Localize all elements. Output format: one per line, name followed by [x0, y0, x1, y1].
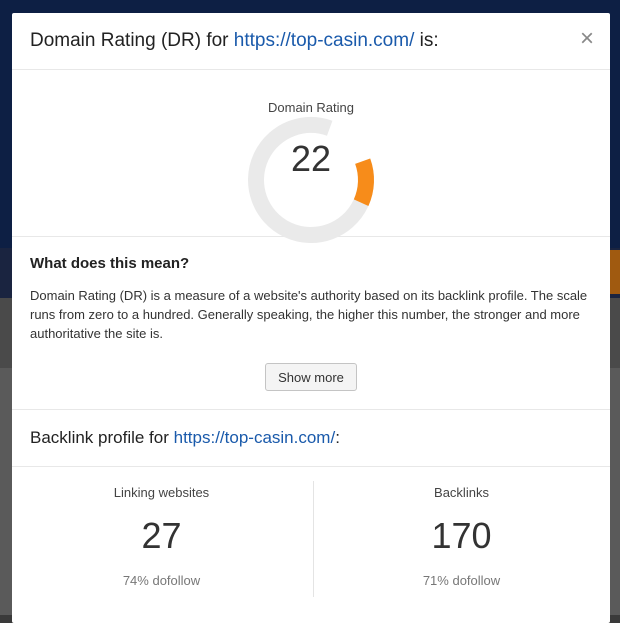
close-icon[interactable]: ×	[580, 27, 594, 51]
backlink-stats: Linking websites 27 74% dofollow Backlin…	[12, 467, 610, 607]
domain-rating-modal: Domain Rating (DR) for https://top-casin…	[12, 13, 610, 623]
gauge-label: Domain Rating	[268, 100, 354, 115]
modal-title: Domain Rating (DR) for https://top-casin…	[30, 30, 439, 52]
modal-header: Domain Rating (DR) for https://top-casin…	[12, 13, 610, 70]
backlink-title-url-link[interactable]: https://top-casin.com/	[174, 428, 336, 447]
domain-rating-gauge	[248, 117, 374, 243]
linking-websites-dofollow: 74% dofollow	[122, 573, 201, 588]
domain-rating-value: 22	[290, 138, 332, 179]
backlinks-value: 170	[431, 515, 492, 556]
backlinks-label: Backlinks	[434, 485, 489, 500]
show-more-button[interactable]: Show more	[265, 363, 357, 391]
modal-title-url-link[interactable]: https://top-casin.com/	[234, 30, 415, 51]
gauge-track	[248, 117, 374, 243]
backlink-title-suffix: :	[335, 428, 340, 447]
linking-websites-label: Linking websites	[113, 485, 210, 500]
modal-title-suffix: is:	[414, 30, 439, 51]
modal-title-prefix: Domain Rating (DR) for	[30, 30, 234, 51]
linking-websites-value: 27	[141, 515, 182, 556]
backlink-profile-header: Backlink profile for https://top-casin.c…	[12, 410, 610, 467]
meaning-text: Domain Rating (DR) is a measure of a web…	[30, 288, 588, 341]
gauge-section: Domain Rating 22	[12, 70, 610, 243]
backlinks-dofollow: 71% dofollow	[422, 573, 501, 588]
backlink-title-prefix: Backlink profile for	[30, 428, 174, 447]
gauge-fill	[248, 117, 374, 243]
meaning-section: What does this mean? Domain Rating (DR) …	[12, 237, 610, 410]
meaning-title: What does this mean?	[30, 255, 190, 272]
backlink-profile-title: Backlink profile for https://top-casin.c…	[30, 428, 340, 448]
